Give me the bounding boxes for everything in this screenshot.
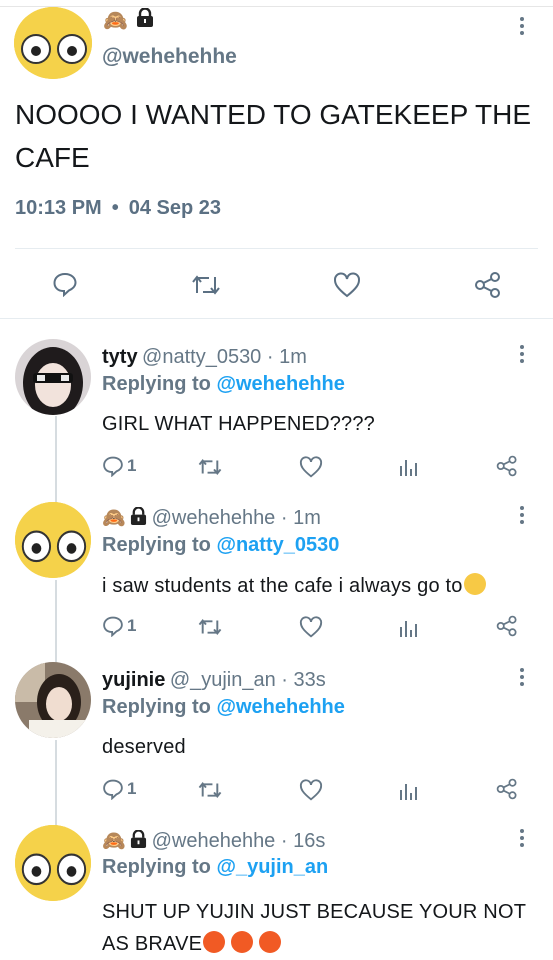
lock-icon	[131, 506, 147, 525]
like-icon[interactable]	[299, 456, 323, 478]
avatar[interactable]	[15, 662, 91, 738]
tweet-timestamp[interactable]: 10:13 PM • 04 Sep 23	[15, 197, 221, 220]
lock-icon	[131, 829, 147, 848]
profile-photo	[15, 339, 91, 415]
avatar[interactable]	[15, 339, 91, 415]
display-name[interactable]: tyty	[102, 346, 138, 368]
divider	[0, 318, 553, 319]
analytics-icon[interactable]	[398, 617, 418, 637]
reply-text: deserved	[102, 736, 186, 758]
mention-link[interactable]: @wehehehhe	[216, 696, 344, 718]
mention-link[interactable]: @natty_0530	[216, 534, 339, 556]
reply-count: 1	[127, 456, 137, 475]
more-options-icon[interactable]	[512, 827, 532, 851]
analytics-icon[interactable]	[398, 456, 418, 476]
lock-icon	[137, 8, 154, 27]
mention-link[interactable]: @wehehehhe	[216, 373, 344, 395]
like-icon[interactable]	[333, 272, 361, 298]
reply-header: 🙈 @wehehehhe · 1m	[102, 506, 321, 530]
avatar[interactable]	[15, 502, 91, 578]
badge-row: 🙈	[103, 8, 154, 33]
reply-count: 1	[127, 779, 137, 798]
retweet-icon[interactable]	[197, 617, 223, 637]
reply-text: i saw students at the cafe i always go t…	[102, 575, 463, 597]
reply-action-bar: 1	[102, 615, 136, 641]
reply-text: GIRL WHAT HAPPENED????	[102, 413, 376, 435]
replying-to: Replying to @wehehehhe	[102, 373, 345, 396]
reply-icon[interactable]	[102, 455, 124, 478]
reply-action-bar: 1	[102, 455, 136, 481]
author-handle[interactable]: @wehehehhe	[102, 45, 237, 69]
angry-face-icon	[203, 931, 226, 953]
see-no-evil-monkey-icon: 🙈	[103, 10, 128, 32]
replying-label: Replying to	[102, 373, 211, 395]
more-options-icon[interactable]	[512, 343, 532, 367]
avatar[interactable]	[14, 7, 92, 79]
see-no-evil-monkey-icon: 🙈	[102, 831, 126, 852]
replying-to: Replying to @_yujin_an	[102, 856, 328, 879]
analytics-icon[interactable]	[398, 780, 418, 800]
replying-to: Replying to @natty_0530	[102, 534, 339, 557]
thread-line	[55, 416, 57, 504]
tweet-date: 04 Sep 23	[128, 197, 222, 219]
share-icon[interactable]	[496, 615, 518, 637]
angry-face-icon	[231, 931, 254, 953]
tweet-time: 10:13 PM	[15, 197, 102, 219]
share-icon[interactable]	[496, 455, 518, 477]
dizzy-face-icon	[15, 502, 91, 578]
reply-header: 🙈 @wehehehhe · 16s	[102, 829, 325, 853]
meta-dot: •	[111, 197, 119, 219]
replying-to: Replying to @wehehehhe	[102, 696, 345, 719]
share-icon[interactable]	[474, 271, 502, 299]
retweet-icon[interactable]	[197, 457, 223, 477]
reply-header: yujinie @_yujin_an · 33s	[102, 669, 326, 692]
reply-text: SHUT UP YUJIN JUST BECAUSE YOUR NOT AS B…	[102, 901, 526, 955]
retweet-icon[interactable]	[190, 273, 222, 297]
reply-icon[interactable]	[52, 271, 78, 297]
divider	[15, 248, 538, 249]
more-options-icon[interactable]	[512, 15, 532, 39]
handle-time[interactable]: @_yujin_an · 33s	[170, 669, 326, 691]
handle-time[interactable]: @natty_0530 · 1m	[142, 346, 307, 368]
reply-icon[interactable]	[102, 615, 124, 638]
dizzy-face-icon	[15, 825, 91, 901]
like-icon[interactable]	[299, 779, 323, 801]
reply-text-row: i saw students at the cafe i always go t…	[102, 573, 486, 598]
profile-photo	[15, 662, 91, 738]
reply-action-bar: 1	[102, 778, 136, 804]
replying-label: Replying to	[102, 696, 211, 718]
see-no-evil-monkey-icon: 🙈	[102, 508, 126, 529]
top-divider	[0, 0, 553, 7]
reply-icon[interactable]	[102, 778, 124, 801]
tweet-text: NOOOO I WANTED TO GATEKEEP THE CAFE	[15, 99, 532, 173]
more-options-icon[interactable]	[512, 666, 532, 690]
replying-label: Replying to	[102, 534, 211, 556]
thread-line	[55, 580, 57, 662]
share-icon[interactable]	[496, 778, 518, 800]
dizzy-face-icon	[14, 7, 92, 79]
mention-link[interactable]: @_yujin_an	[216, 856, 328, 878]
reply-count: 1	[127, 616, 137, 635]
replying-label: Replying to	[102, 856, 211, 878]
like-icon[interactable]	[299, 616, 323, 638]
angry-face-icon	[259, 931, 282, 953]
retweet-icon[interactable]	[197, 780, 223, 800]
display-name[interactable]: yujinie	[102, 669, 165, 691]
reply-text-row: SHUT UP YUJIN JUST BECAUSE YOUR NOT AS B…	[102, 896, 532, 960]
disappointed-face-icon	[463, 573, 486, 595]
avatar[interactable]	[15, 825, 91, 901]
handle-time[interactable]: @wehehehhe · 16s	[152, 830, 326, 852]
thread-line	[55, 740, 57, 826]
handle-time[interactable]: @wehehehhe · 1m	[152, 507, 321, 529]
more-options-icon[interactable]	[512, 504, 532, 528]
reply-header: tyty @natty_0530 · 1m	[102, 346, 307, 369]
